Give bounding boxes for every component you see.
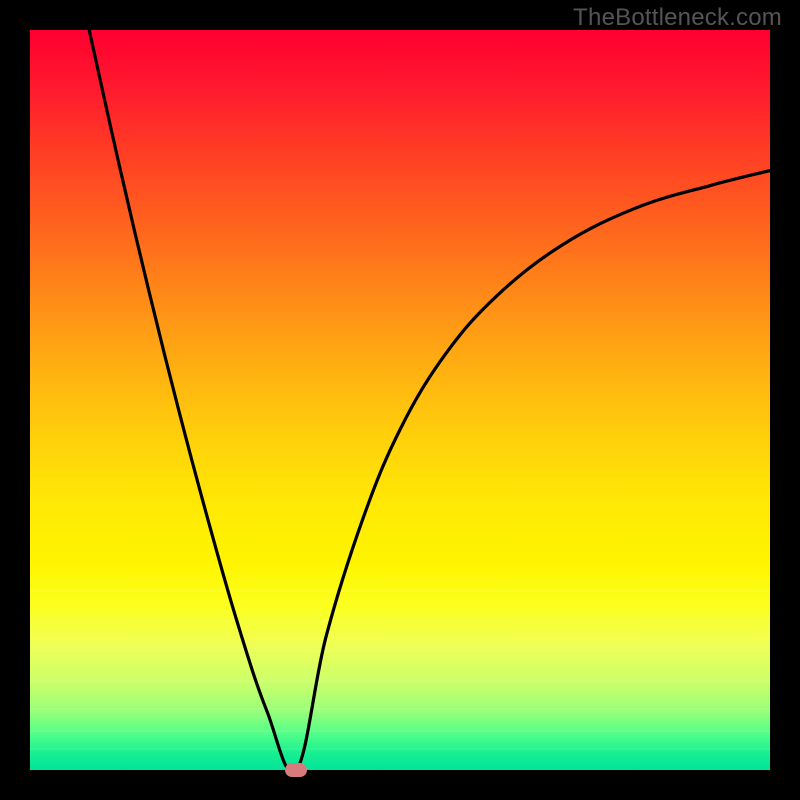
- chart-frame: TheBottleneck.com: [0, 0, 800, 800]
- watermark-text: TheBottleneck.com: [573, 4, 782, 32]
- plot-area: [30, 30, 770, 770]
- optimum-marker: [285, 763, 307, 777]
- curve-path: [89, 30, 770, 770]
- bottleneck-curve: [30, 30, 770, 770]
